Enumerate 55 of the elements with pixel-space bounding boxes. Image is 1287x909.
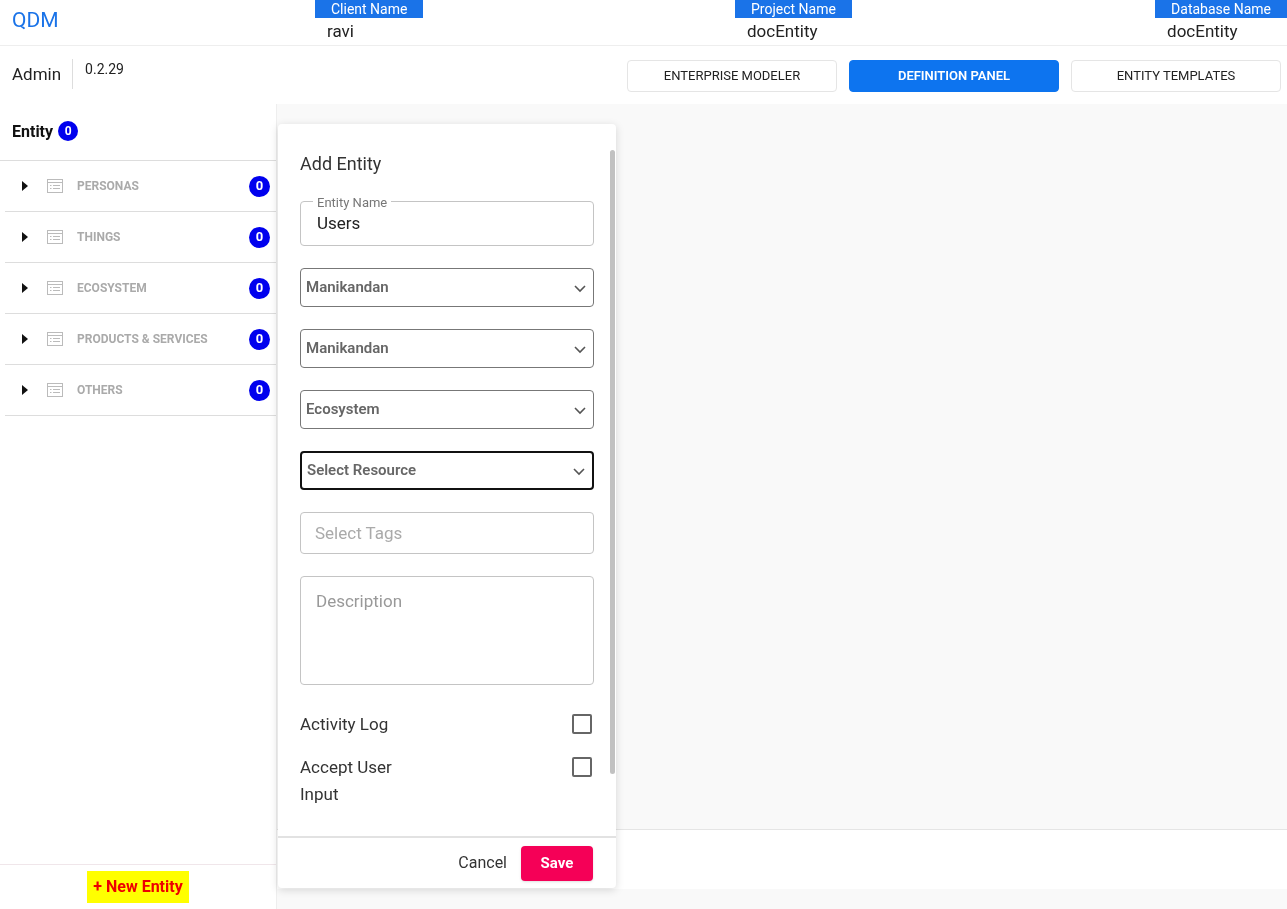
scrollbar-thumb[interactable]	[610, 150, 615, 774]
sidebar-title: Entity	[12, 121, 54, 143]
new-entity-button[interactable]: + New Entity	[87, 871, 189, 903]
count-badge: 0	[249, 226, 270, 248]
category-item[interactable]: PRODUCTS & SERVICES 0	[5, 314, 276, 365]
list-icon	[47, 230, 63, 244]
app-logo: QDM	[12, 8, 59, 32]
info-value: ravi	[326, 20, 354, 43]
category-label: PRODUCTS & SERVICES	[77, 331, 208, 348]
nav-tab[interactable]: ENTERPRISE MODELER	[627, 60, 837, 92]
info-label: Client Name	[315, 0, 424, 18]
list-icon	[47, 179, 63, 193]
save-button[interactable]: Save	[521, 845, 593, 881]
category-item[interactable]: PERSONAS 0	[5, 161, 276, 212]
caret-right-icon	[22, 283, 28, 293]
list-icon	[47, 332, 63, 346]
caret-right-icon	[22, 385, 28, 395]
nav-tab[interactable]: DEFINITION PANEL	[849, 60, 1059, 92]
nav-tab[interactable]: ENTITY TEMPLATES	[1071, 60, 1281, 92]
select-field[interactable]: Ecosystem	[300, 390, 594, 429]
count-badge: 0	[58, 120, 79, 141]
tags-field[interactable]: Select Tags	[300, 512, 594, 554]
count-badge: 0	[249, 379, 270, 401]
caret-right-icon	[22, 232, 28, 242]
category-label: THINGS	[77, 229, 121, 246]
caret-right-icon	[22, 334, 28, 344]
info-label: Project Name	[735, 0, 852, 18]
category-label: OTHERS	[77, 382, 123, 399]
cancel-button[interactable]: Cancel	[454, 851, 511, 875]
select-field[interactable]: Manikandan	[300, 268, 594, 307]
checkbox[interactable]	[572, 757, 592, 777]
select-field[interactable]: Manikandan	[300, 329, 594, 368]
category-item[interactable]: THINGS 0	[5, 212, 276, 263]
category-item[interactable]: ECOSYSTEM 0	[5, 263, 276, 314]
dialog-title: Add Entity	[300, 152, 383, 176]
entity-name-input[interactable]: Users	[317, 210, 577, 237]
category-label: ECOSYSTEM	[77, 280, 147, 297]
checkbox-label: Activity Log	[300, 713, 390, 736]
caret-right-icon	[22, 181, 28, 191]
info-value: docEntity	[1166, 20, 1238, 43]
role-label: Admin	[0, 59, 74, 89]
category-label: PERSONAS	[77, 178, 139, 195]
checkbox[interactable]	[572, 714, 592, 734]
list-icon	[47, 383, 63, 397]
info-value: docEntity	[746, 20, 818, 43]
select-field[interactable]: Select Resource	[300, 451, 594, 490]
count-badge: 0	[249, 277, 270, 299]
count-badge: 0	[249, 328, 270, 350]
version-label: 0.2.29	[84, 60, 124, 79]
list-icon	[47, 281, 63, 295]
info-label: Database Name	[1155, 0, 1287, 18]
description-field[interactable]: Description	[300, 576, 594, 685]
checkbox-label: Accept User Input	[300, 756, 393, 806]
count-badge: 0	[249, 175, 270, 197]
category-item[interactable]: OTHERS 0	[5, 365, 276, 416]
